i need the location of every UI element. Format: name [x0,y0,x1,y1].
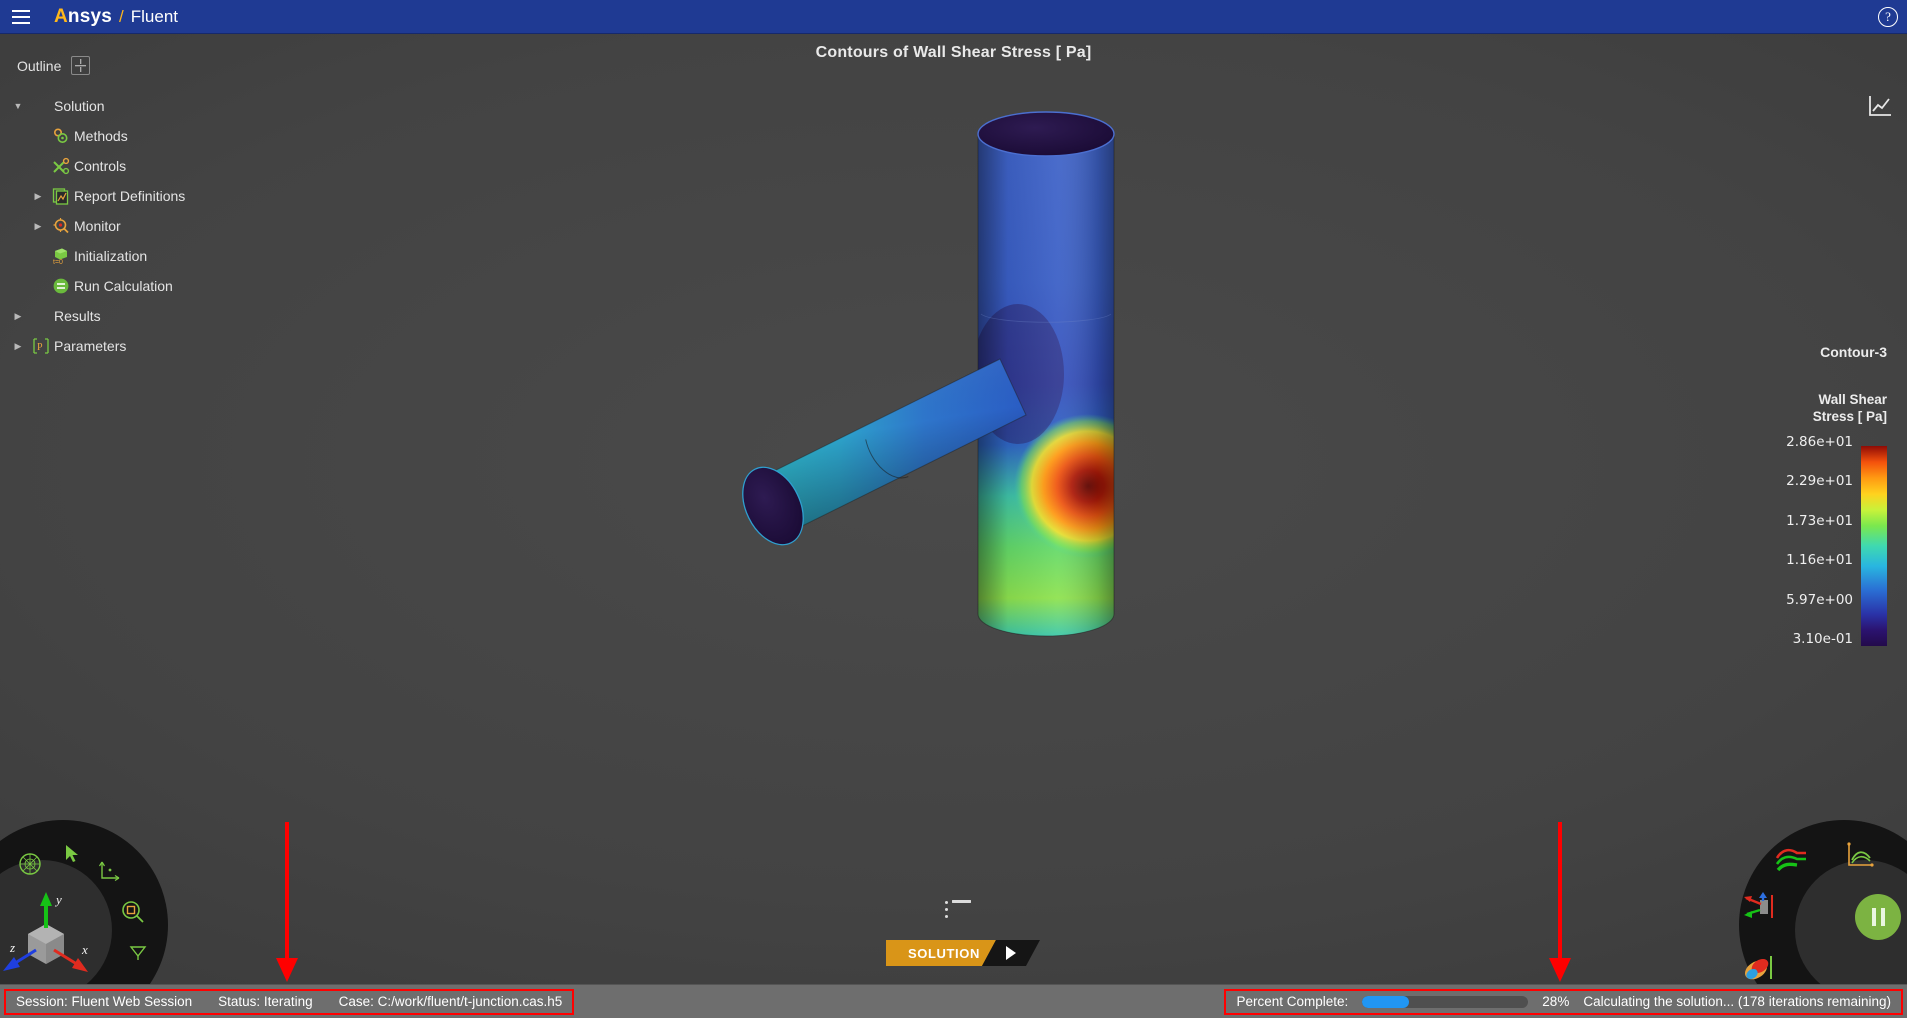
parameters-icon: P [28,337,54,355]
chevron-down-icon[interactable]: ▼ [8,101,28,111]
svg-text:t=0: t=0 [53,259,63,265]
legend-body: 2.86e+01 2.29e+01 1.73e+01 1.16e+01 5.97e+00… [1737,434,1887,654]
help-icon[interactable]: ? [1878,7,1898,27]
chevron-right-icon[interactable]: ▶ [8,341,28,352]
tree-item-label: Report Definitions [74,188,186,204]
solver-message: Calculating the solution... (178 iterati… [1583,994,1891,1009]
tree-item-label: Monitor [74,218,121,234]
breadcrumb-separator: / [119,6,124,26]
title-bar: Ansys / Fluent ? [0,0,1907,34]
select-cursor-icon[interactable] [64,844,82,869]
clip-plane-icon[interactable] [128,943,148,968]
list-view-icon[interactable] [945,900,973,922]
t-junction-model[interactable] [700,74,1220,654]
ribbon-tabs: SOLUTION [886,940,1040,966]
legend-variable-line2: Stress [ Pa] [1812,408,1887,424]
tree-item-label: Controls [74,158,127,174]
solution-control-gizmo[interactable] [1739,820,1907,984]
tree-item-methods[interactable]: ▶Methods [0,121,300,151]
outline-header: Outline [0,56,300,75]
tree-item-label: Results [54,308,101,324]
svg-text:P: P [37,342,43,353]
tree-item-label: Methods [74,128,128,144]
progress-bar [1362,995,1529,1008]
legend-tick: 5.97e+00 [1786,591,1853,608]
legend-tick-labels: 2.86e+01 2.29e+01 1.73e+01 1.16e+01 5.97e+00… [1743,434,1853,671]
tree-item-label: Initialization [74,248,148,264]
chevron-right-icon[interactable]: ▶ [28,191,48,202]
session-label: Session: Fluent Web Session [16,994,193,1009]
outline-title: Outline [17,57,62,74]
legend-variable: Wall Shear Stress [ Pa] [1737,392,1887,426]
legend-tick: 1.16e+01 [1786,552,1853,569]
monitor-icon [48,217,74,235]
percent-complete-label: Percent Complete: [1236,994,1349,1009]
arrow-to-session-status [276,822,298,982]
legend-tick: 2.29e+01 [1786,473,1853,490]
residual-plot-icon[interactable] [1775,846,1809,879]
navigation-gizmo[interactable]: y x z [0,820,168,984]
axis-triad-icon[interactable] [98,860,122,889]
contour-display-icon[interactable] [1743,954,1777,984]
legend-tick: 3.10e-01 [1792,631,1853,648]
controls-icon [48,157,74,175]
app-name: Fluent [130,6,179,26]
run-calculation-icon [48,277,74,295]
case-label: Case: C:/work/fluent/t-junction.cas.h5 [338,994,563,1009]
tree-item-results[interactable]: ▶ Results [0,301,300,331]
outline-panel: Outline ▼Solution▶Methods▶Controls▶Repor… [0,56,300,361]
zoom-icon[interactable] [121,900,145,929]
initialization-icon: t=0 [48,247,74,265]
tree-item-parameters[interactable]: ▶ P Parameters [0,331,300,361]
svg-text:x: x [81,942,88,957]
tree-item-report-definitions[interactable]: ▶ Report Definitions [0,181,300,211]
arrow-to-progress [1549,822,1571,982]
svg-text:z: z [9,940,15,955]
tree-item-controls[interactable]: ▶Controls [0,151,300,181]
status-left-group: Session: Fluent Web Session Status: Iter… [4,988,575,1015]
chevron-right-icon[interactable]: ▶ [28,221,48,232]
ansys-logo-text: nsys [67,5,113,27]
xy-plot-icon[interactable] [1845,842,1875,875]
legend-color-bar [1861,445,1887,646]
ansys-logo: Ansys [52,6,112,28]
methods-icon [48,127,74,145]
hamburger-menu-icon[interactable] [4,0,38,34]
ansys-logo-mark: A [54,5,68,27]
fluent-window: Ansys / Fluent ? Contours of Wall Shear … [0,0,1907,1018]
tab-solution[interactable]: SOLUTION [886,940,996,966]
chevron-right-icon[interactable]: ▶ [8,311,28,322]
tree-item-solution[interactable]: ▼ Solution [0,91,300,121]
status-bar: Session: Fluent Web Session Status: Iter… [0,984,1907,1018]
legend-variable-line1: Wall Shear [1818,392,1887,407]
split-panel-icon[interactable] [71,56,91,75]
tree-item-label: Run Calculation [74,278,173,294]
contour-legend: Contour-3 Wall Shear Stress [ Pa] 2.86e+… [1737,344,1887,654]
legend-tick: 1.73e+01 [1786,512,1853,529]
status-label: Status: Iterating [218,994,313,1009]
legend-contour-name: Contour-3 [1820,344,1887,360]
line-chart-icon[interactable] [1867,94,1893,118]
percent-complete-value: 28% [1542,994,1570,1009]
tree-item-monitor[interactable]: ▶ Monitor [0,211,300,241]
tree-item-initialization[interactable]: ▶t=0Initialization [0,241,300,271]
tree-item-run-calculation[interactable]: ▶Run Calculation [0,271,300,301]
outline-tree: ▼Solution▶Methods▶Controls▶Report Defini… [0,91,300,361]
status-right-group: Percent Complete: 28% Calculating the so… [1224,988,1903,1015]
tree-item-label: Solution [54,98,105,114]
brand: Ansys / Fluent [52,6,178,28]
tree-item-label: Parameters [54,338,127,354]
graphics-viewport[interactable]: Contours of Wall Shear Stress [ Pa] Outl… [0,34,1907,984]
mesh-display-icon[interactable] [18,852,42,881]
axis-triad-widget[interactable]: y x z [0,888,104,984]
pause-icon[interactable] [1855,894,1901,940]
vector-display-icon[interactable] [1741,892,1775,927]
legend-tick: 2.86e+01 [1786,433,1853,450]
svg-text:y: y [54,892,62,907]
report-definitions-icon [48,187,74,205]
